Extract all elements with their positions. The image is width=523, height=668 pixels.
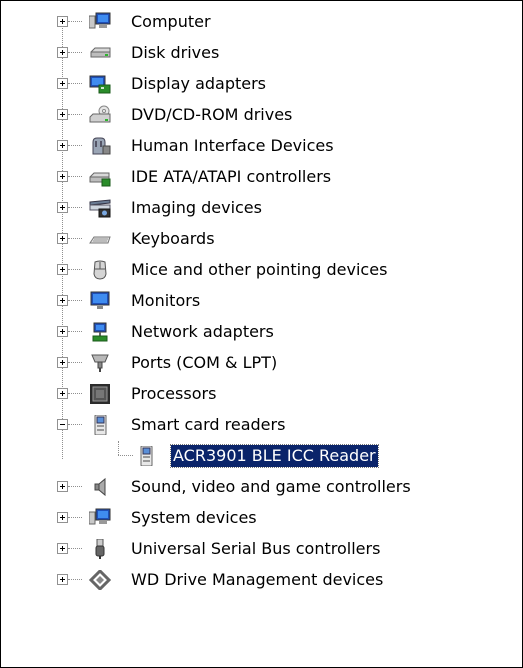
expand-toggle[interactable] bbox=[57, 481, 68, 492]
expand-toggle[interactable] bbox=[57, 543, 68, 554]
mouse-icon bbox=[93, 260, 107, 280]
tree-item-label: Human Interface Devices bbox=[131, 136, 334, 155]
tree-item-human-interface-devices[interactable]: Human Interface Devices bbox=[1, 131, 521, 162]
tree-item-dvd-drives[interactable]: DVD/CD-ROM drives bbox=[1, 100, 521, 131]
monitor-icon bbox=[90, 291, 110, 309]
expand-toggle[interactable] bbox=[57, 264, 68, 275]
expand-toggle[interactable] bbox=[57, 233, 68, 244]
expand-toggle[interactable] bbox=[57, 16, 68, 27]
tree-item-label: Sound, video and game controllers bbox=[131, 477, 411, 496]
tree-item-label: Computer bbox=[131, 12, 211, 31]
expand-toggle[interactable] bbox=[57, 140, 68, 151]
expand-toggle[interactable] bbox=[57, 47, 68, 58]
tree-item-keyboards[interactable]: Keyboards bbox=[1, 224, 521, 255]
wd-diamond-icon bbox=[89, 570, 111, 590]
expand-toggle[interactable] bbox=[57, 574, 68, 585]
tree-item-smart-card-readers[interactable]: Smart card readers bbox=[1, 410, 521, 441]
tree-item-sound-controllers[interactable]: Sound, video and game controllers bbox=[1, 472, 521, 503]
tree-item-ide-controllers[interactable]: IDE ATA/ATAPI controllers bbox=[1, 162, 521, 193]
tree-item-label: Mice and other pointing devices bbox=[131, 260, 388, 279]
expand-toggle[interactable] bbox=[57, 326, 68, 337]
imaging-device-icon bbox=[89, 199, 111, 218]
tree-item-ports[interactable]: Ports (COM & LPT) bbox=[1, 348, 521, 379]
expand-toggle[interactable] bbox=[57, 295, 68, 306]
expand-toggle[interactable] bbox=[57, 512, 68, 523]
port-icon bbox=[91, 354, 109, 372]
expand-toggle[interactable] bbox=[57, 171, 68, 182]
expand-toggle[interactable] bbox=[57, 202, 68, 213]
system-device-icon bbox=[89, 508, 111, 525]
tree-item-system-devices[interactable]: System devices bbox=[1, 503, 521, 534]
tree-item-label: Keyboards bbox=[131, 229, 215, 248]
tree-item-label: System devices bbox=[131, 508, 257, 527]
tree-item-label: Processors bbox=[131, 384, 217, 403]
collapse-toggle[interactable] bbox=[57, 419, 68, 430]
hid-icon bbox=[92, 137, 111, 155]
dvd-drive-icon bbox=[89, 105, 111, 123]
tree-item-label: Display adapters bbox=[131, 74, 267, 93]
tree-item-label: Network adapters bbox=[131, 322, 274, 341]
tree-item-usb-controllers[interactable]: Universal Serial Bus controllers bbox=[1, 534, 521, 565]
device-tree: Computer Disk drives Display adapters DV… bbox=[1, 1, 522, 641]
ide-controller-icon bbox=[89, 172, 111, 187]
tree-item-label: Universal Serial Bus controllers bbox=[131, 539, 381, 558]
disk-drive-icon bbox=[90, 47, 111, 58]
tree-item-computer[interactable]: Computer bbox=[1, 7, 521, 38]
network-adapter-icon bbox=[92, 322, 108, 342]
expand-toggle[interactable] bbox=[57, 357, 68, 368]
processor-icon bbox=[90, 384, 110, 404]
display-adapter-icon bbox=[89, 75, 111, 94]
tree-item-label: DVD/CD-ROM drives bbox=[131, 105, 293, 124]
tree-item-monitors[interactable]: Monitors bbox=[1, 286, 521, 317]
tree-item-mice[interactable]: Mice and other pointing devices bbox=[1, 255, 521, 286]
tree-item-label: Smart card readers bbox=[131, 415, 286, 434]
tree-item-wd-drive-management[interactable]: WD Drive Management devices bbox=[1, 565, 521, 596]
tree-item-label-selected: ACR3901 BLE ICC Reader bbox=[170, 444, 379, 468]
smart-card-reader-icon bbox=[94, 415, 107, 435]
tree-item-network-adapters[interactable]: Network adapters bbox=[1, 317, 521, 348]
tree-item-acr3901-reader[interactable]: ACR3901 BLE ICC Reader bbox=[1, 441, 521, 472]
expand-toggle[interactable] bbox=[57, 78, 68, 89]
expand-toggle[interactable] bbox=[57, 109, 68, 120]
tree-item-processors[interactable]: Processors bbox=[1, 379, 521, 410]
tree-item-label: Disk drives bbox=[131, 43, 220, 62]
tree-item-label: Monitors bbox=[131, 291, 201, 310]
smart-card-reader-icon bbox=[140, 446, 153, 466]
tree-item-display-adapters[interactable]: Display adapters bbox=[1, 69, 521, 100]
tree-item-label: WD Drive Management devices bbox=[131, 570, 384, 589]
speaker-icon bbox=[94, 477, 106, 497]
usb-icon bbox=[95, 539, 105, 559]
tree-item-label: IDE ATA/ATAPI controllers bbox=[131, 167, 332, 186]
tree-item-disk-drives[interactable]: Disk drives bbox=[1, 38, 521, 69]
tree-item-imaging-devices[interactable]: Imaging devices bbox=[1, 193, 521, 224]
keyboard-icon bbox=[89, 236, 111, 244]
device-tree-panel: Computer Disk drives Display adapters DV… bbox=[0, 0, 523, 668]
expand-toggle[interactable] bbox=[57, 388, 68, 399]
tree-item-label: Ports (COM & LPT) bbox=[131, 353, 278, 372]
tree-item-label: Imaging devices bbox=[131, 198, 262, 217]
computer-icon bbox=[89, 12, 111, 29]
